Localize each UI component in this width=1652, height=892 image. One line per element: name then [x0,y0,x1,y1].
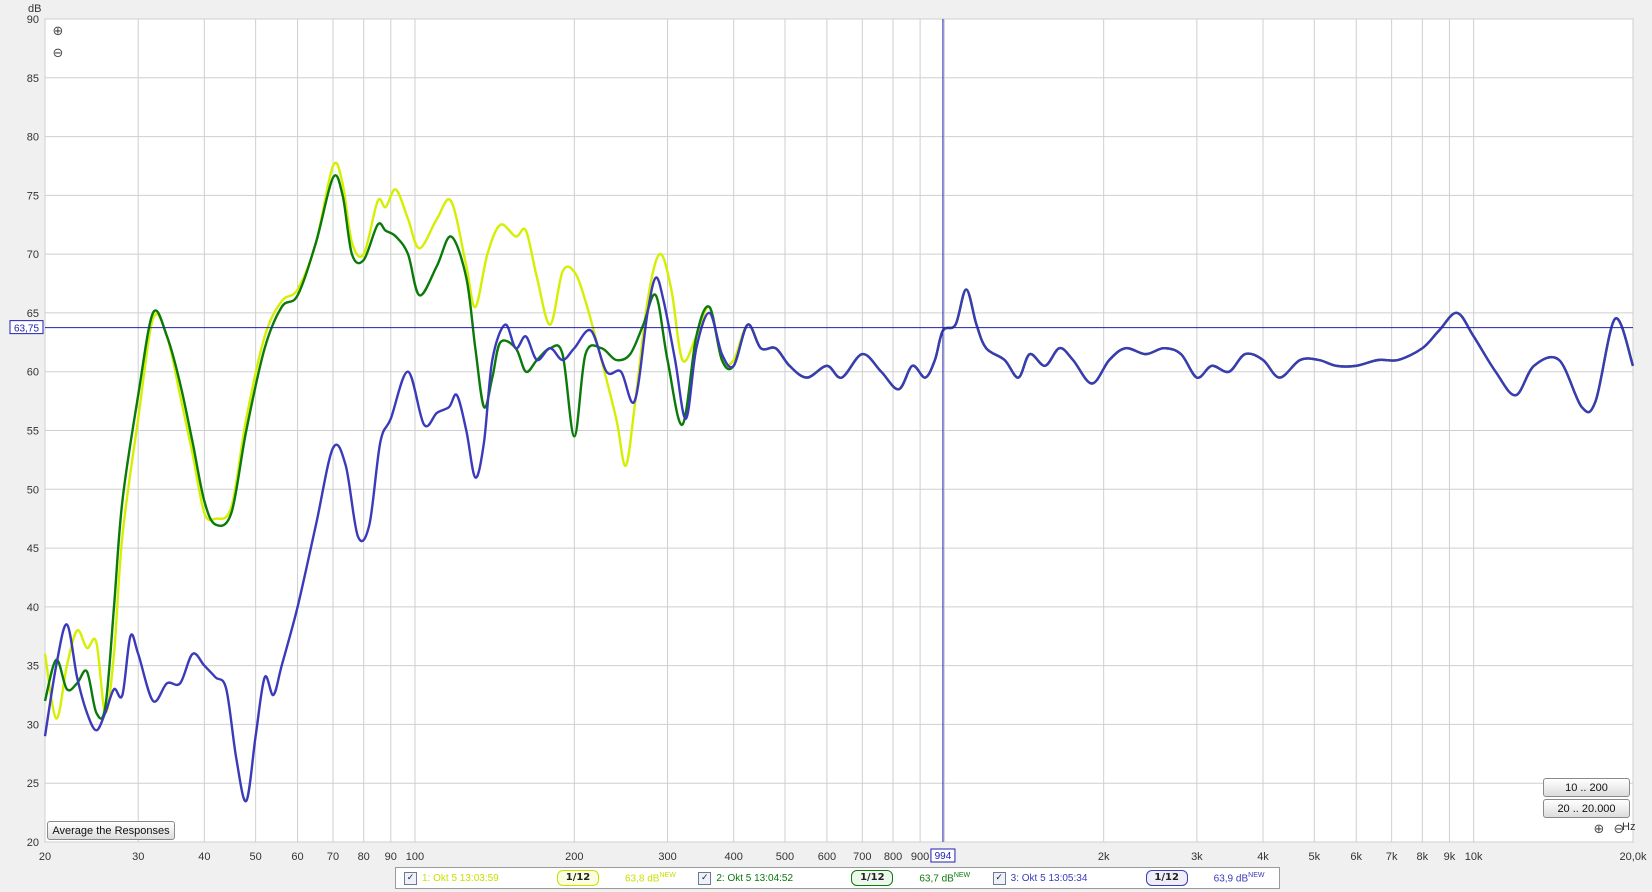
legend-checkbox[interactable]: ✓ [404,871,417,885]
range-10-200-button[interactable]: 10 .. 200 [1543,778,1630,797]
x-tick-label: 10k [1465,851,1483,863]
zoom-in-horizontal-icon[interactable]: ⊕ [1591,822,1607,838]
y-tick-label: 85 [27,73,39,85]
y-tick-label: 90 [27,14,39,26]
y-tick-label: 20 [27,837,39,849]
y-tick-label: 80 [27,132,39,144]
x-tick-label: 5k [1308,851,1320,863]
zoom-out-horizontal-icon[interactable]: ⊖ [1611,822,1627,838]
x-tick-label: 80 [358,851,370,863]
y-tick-labels: 20 25 30 35 40 45 50 55 60 65 70 75 80 85 90 [27,14,39,849]
x-tick-label: 300 [658,851,676,863]
x-tick-label: 4k [1257,851,1269,863]
legend-label: 1: Okt 5 13:03:59 [422,872,499,884]
x-tick-label: 20 [39,851,51,863]
y-tick-label: 65 [27,308,39,320]
legend-item-3[interactable]: ✓ 3: Okt 5 13:05:34 1/12 63,9 dBNEW [985,870,1279,886]
x-tick-label: 700 [853,851,871,863]
legend-item-1[interactable]: ✓ 1: Okt 5 13:03:59 1/12 63,8 dBNEW [396,870,690,886]
new-badge: NEW [659,871,676,879]
y-tick-label: 45 [27,543,39,555]
zoom-out-vertical-icon[interactable]: ⊖ [50,46,66,62]
frequency-response-chart[interactable]: 20 25 30 35 40 45 50 55 60 65 70 75 80 85 90 20 30 40 50 6… [0,0,1652,866]
y-tick-label: 55 [27,426,39,438]
y-tick-label: 60 [27,367,39,379]
x-tick-label: 100 [406,851,424,863]
cursor-frequency-label: 994 [935,851,952,862]
y-tick-label: 30 [27,719,39,731]
x-tick-label: 6k [1350,851,1362,863]
x-tick-label: 70 [327,851,339,863]
x-tick-label: 800 [884,851,902,863]
x-tick-label: 7k [1386,851,1398,863]
range-20-20000-button[interactable]: 20 .. 20.000 [1543,799,1630,818]
x-tick-label: 9k [1444,851,1456,863]
average-responses-button[interactable]: Average the Responses [47,821,175,840]
legend-level: 63,7 dBNEW [919,871,971,885]
x-tick-label: 30 [132,851,144,863]
y-axis-unit: dB [28,3,41,15]
legend-checkbox[interactable]: ✓ [698,871,712,885]
x-tick-label: 500 [776,851,794,863]
x-tick-label: 600 [818,851,836,863]
smoothing-selector[interactable]: 1/12 [557,870,599,886]
zoom-in-vertical-icon[interactable]: ⊕ [50,24,66,40]
smoothing-selector[interactable]: 1/12 [851,870,894,886]
y-tick-label: 35 [27,661,39,673]
x-tick-label: 90 [385,851,397,863]
x-tick-label: 2k [1098,851,1110,863]
x-tick-label: 60 [291,851,303,863]
legend-label: 2: Okt 5 13:04:52 [716,872,794,884]
x-tick-label: 50 [250,851,262,863]
y-tick-label: 50 [27,484,39,496]
x-tick-labels: 20 30 40 50 60 70 80 90 100 200 300 400 500 600 700 800… [39,851,1647,863]
legend-label: 3: Okt 5 13:05:34 [1010,872,1088,884]
x-tick-label: 900 [911,851,929,863]
legend-item-2[interactable]: ✓ 2: Okt 5 13:04:52 1/12 63,7 dBNEW [690,870,984,886]
y-tick-label: 70 [27,249,39,261]
y-tick-label: 25 [27,778,39,790]
legend-checkbox[interactable]: ✓ [992,871,1006,885]
x-tick-label: 20,0k [1620,851,1647,863]
x-tick-label: 400 [724,851,742,863]
legend-level: 63,9 dBNEW [1213,871,1265,885]
y-tick-label: 40 [27,602,39,614]
legend-level: 63,8 dBNEW [625,871,676,885]
x-tick-label: 200 [565,851,583,863]
cursor-level-label: 63,75 [14,324,39,335]
x-tick-label: 8k [1417,851,1429,863]
legend-bar: ✓ 1: Okt 5 13:03:59 1/12 63,8 dBNEW ✓ 2:… [395,867,1280,889]
x-tick-label: 40 [198,851,210,863]
x-tick-label: 3k [1191,851,1203,863]
new-badge: NEW [1248,871,1265,879]
new-badge: NEW [953,871,971,879]
smoothing-selector[interactable]: 1/12 [1145,870,1188,886]
y-tick-label: 75 [27,190,39,202]
